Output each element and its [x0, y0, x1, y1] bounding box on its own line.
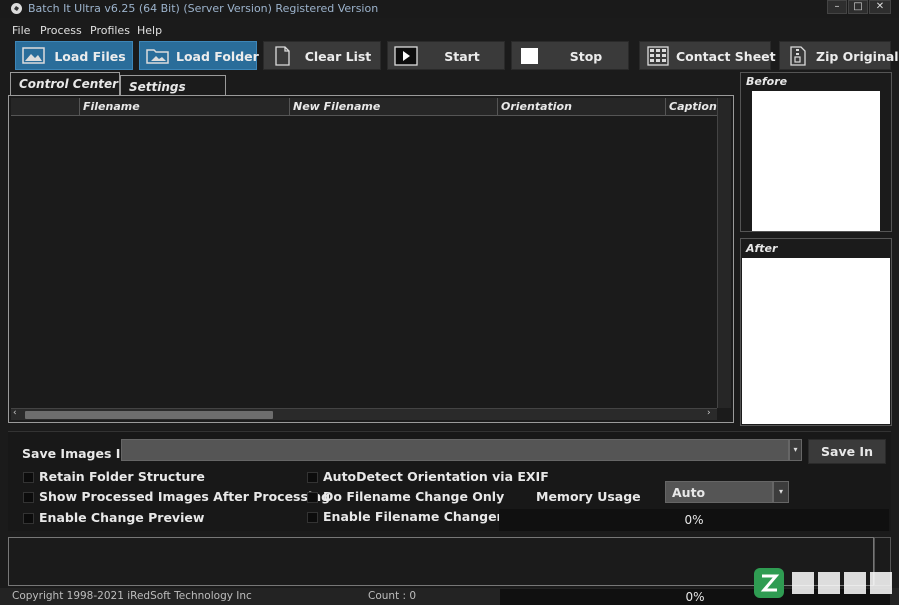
- document-icon: [275, 46, 290, 66]
- folder-image-icon: [146, 49, 169, 64]
- column-caption[interactable]: Caption: [669, 100, 717, 113]
- start-button[interactable]: Start: [387, 41, 505, 70]
- horizontal-scroll-thumb[interactable]: [25, 411, 273, 419]
- column-separator: [497, 98, 498, 116]
- autodetect-orientation-checkbox[interactable]: [307, 472, 318, 483]
- enable-change-preview-label: Enable Change Preview: [39, 510, 205, 525]
- autodetect-orientation-label: AutoDetect Orientation via EXIF: [323, 469, 549, 484]
- stop-icon: [521, 48, 538, 64]
- enable-change-preview-checkbox[interactable]: [23, 513, 34, 524]
- app-icon: [11, 3, 22, 14]
- file-list-header: Filename New Filename Orientation Captio…: [11, 98, 717, 116]
- horizontal-scrollbar[interactable]: ‹ ›: [11, 408, 717, 420]
- start-label: Start: [444, 49, 480, 64]
- after-preview-image: [742, 258, 890, 424]
- clear-list-label: Clear List: [304, 49, 372, 64]
- save-images-in-label: Save Images In: [22, 446, 130, 461]
- column-new-filename[interactable]: New Filename: [293, 100, 493, 113]
- load-files-label: Load Files: [54, 49, 126, 64]
- menu-bar: File Process Profiles Help: [0, 22, 899, 38]
- show-processed-label: Show Processed Images After Processing: [39, 489, 331, 504]
- load-folder-button[interactable]: Load Folder: [139, 41, 259, 70]
- file-count: Count : 0: [368, 590, 417, 602]
- grid-icon: [647, 46, 669, 66]
- retain-folder-structure-label: Retain Folder Structure: [39, 469, 205, 484]
- progress-bar: 0%: [499, 509, 889, 531]
- stop-button[interactable]: Stop: [511, 41, 629, 70]
- save-folder-input[interactable]: [121, 439, 789, 461]
- scroll-right-arrow[interactable]: ›: [707, 408, 711, 418]
- copyright-text: Copyright 1998-2021 iRedSoft Technology …: [12, 590, 252, 602]
- contact-sheet-label: Contact Sheet: [676, 49, 776, 64]
- filename-change-only-label: Do Filename Change Only: [323, 489, 505, 504]
- column-separator: [665, 98, 666, 116]
- watermark-logo: [754, 568, 892, 598]
- minimize-button[interactable]: –: [827, 0, 847, 14]
- zip-archive-icon: [790, 46, 806, 66]
- save-folder-dropdown-button[interactable]: ▾: [789, 439, 802, 461]
- zip-original-button[interactable]: Zip Original: [779, 41, 899, 70]
- load-folder-label: Load Folder: [176, 49, 259, 64]
- menu-process[interactable]: Process: [40, 24, 82, 37]
- clear-list-button[interactable]: Clear List: [263, 41, 381, 70]
- image-icon: [22, 47, 45, 64]
- load-files-button[interactable]: Load Files: [15, 41, 133, 70]
- filename-change-only-checkbox[interactable]: [307, 492, 318, 503]
- after-label: After: [746, 242, 778, 255]
- contact-sheet-button[interactable]: Contact Sheet: [639, 41, 776, 70]
- progress-percent: 0%: [684, 513, 704, 527]
- column-filename[interactable]: Filename: [83, 100, 283, 113]
- vertical-scrollbar[interactable]: [717, 98, 731, 408]
- enable-filename-changer-label: Enable Filename Changer: [323, 509, 503, 524]
- column-orientation[interactable]: Orientation: [501, 100, 661, 113]
- menu-profiles[interactable]: Profiles: [90, 24, 130, 37]
- retain-folder-structure-checkbox[interactable]: [23, 472, 34, 483]
- menu-file[interactable]: File: [12, 24, 30, 37]
- memory-usage-dropdown-button[interactable]: ▾: [773, 481, 789, 503]
- enable-filename-changer-checkbox[interactable]: [307, 512, 318, 523]
- window-title: Batch It Ultra v6.25 (64 Bit) (Server Ve…: [28, 2, 379, 15]
- play-icon: [394, 46, 418, 66]
- save-in-button[interactable]: Save In: [808, 439, 886, 464]
- show-processed-checkbox[interactable]: [23, 492, 34, 503]
- memory-usage-select[interactable]: Auto: [665, 481, 773, 503]
- tab-control-center[interactable]: Control Center: [10, 72, 120, 96]
- column-separator: [289, 98, 290, 116]
- toolbar: Load Files Load Folder Clear List Start …: [0, 40, 899, 72]
- before-preview-image: [752, 91, 880, 231]
- before-label: Before: [746, 75, 788, 88]
- zip-original-label: Zip Original: [816, 49, 899, 64]
- maximize-button[interactable]: □: [848, 0, 868, 14]
- memory-usage-label: Memory Usage: [536, 489, 641, 504]
- menu-help[interactable]: Help: [137, 24, 162, 37]
- file-list[interactable]: Filename New Filename Orientation Captio…: [8, 95, 734, 423]
- log-output[interactable]: [8, 537, 874, 586]
- column-separator: [79, 98, 80, 116]
- close-button[interactable]: ✕: [869, 0, 891, 14]
- scroll-left-arrow[interactable]: ‹: [13, 408, 17, 418]
- stop-label: Stop: [569, 49, 603, 64]
- tab-settings[interactable]: Settings: [120, 75, 226, 97]
